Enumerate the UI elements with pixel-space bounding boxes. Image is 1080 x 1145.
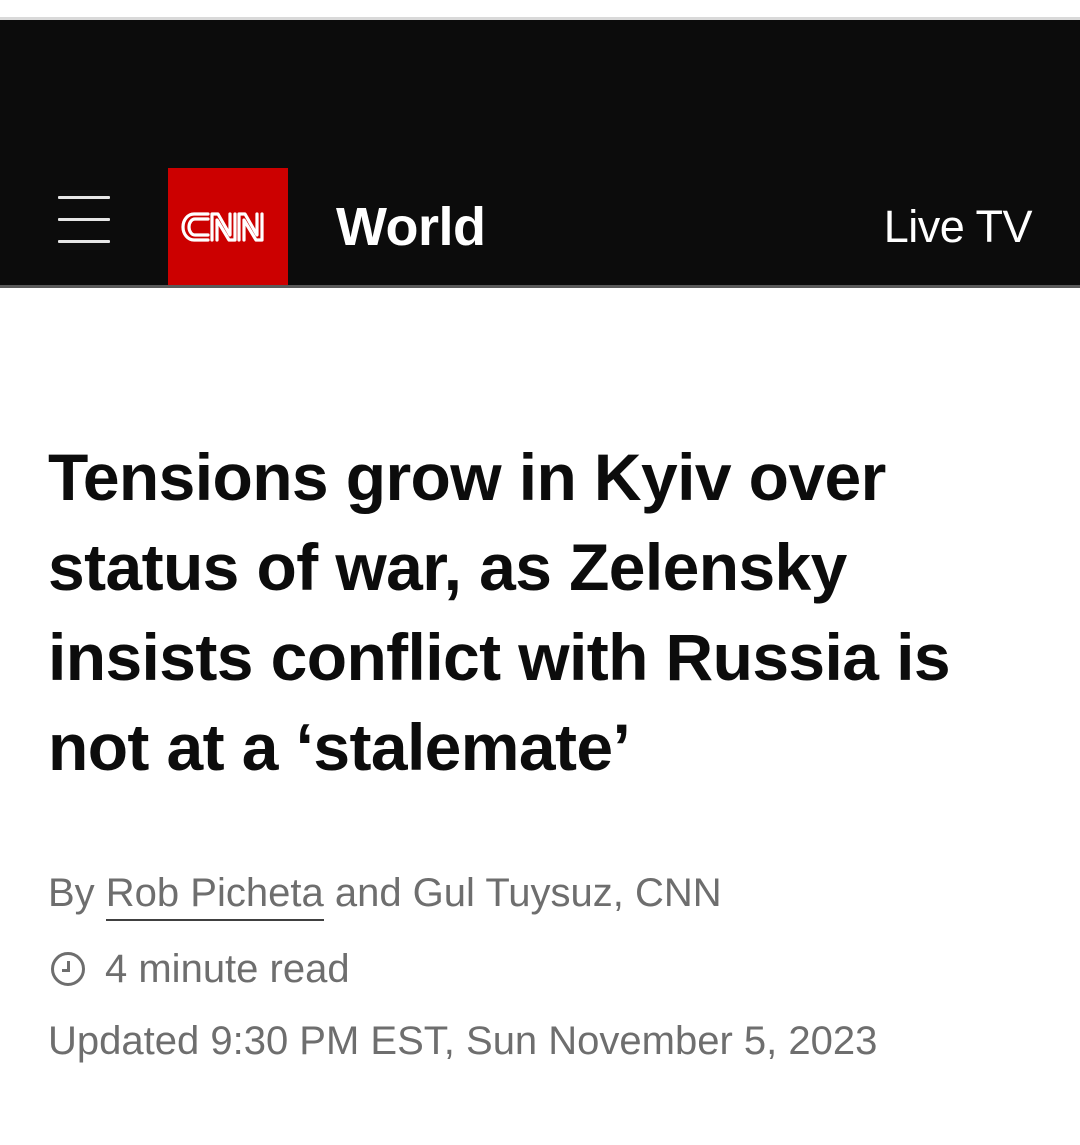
section-title[interactable]: World xyxy=(336,196,486,258)
updated-timestamp: Updated 9:30 PM EST, Sun November 5, 202… xyxy=(48,1019,878,1063)
author-link[interactable]: Rob Picheta xyxy=(105,871,324,921)
cnn-logo-mark xyxy=(181,212,264,242)
live-tv-link[interactable]: Live TV xyxy=(884,200,1033,254)
header-divider xyxy=(0,285,1080,288)
article-headline: Tensions grow in Kyiv over status of war… xyxy=(48,440,951,784)
byline-prefix: By xyxy=(48,871,106,915)
read-time: 4 minute read xyxy=(48,944,350,994)
cnn-logo[interactable] xyxy=(168,168,288,285)
read-time-label: 4 minute read xyxy=(105,947,350,991)
clock-icon xyxy=(51,952,85,986)
menu-button[interactable] xyxy=(58,196,110,246)
article-byline: By Rob Picheta and Gul Tuysuz, CNN xyxy=(48,868,722,921)
byline-rest: and Gul Tuysuz, CNN xyxy=(323,871,722,915)
